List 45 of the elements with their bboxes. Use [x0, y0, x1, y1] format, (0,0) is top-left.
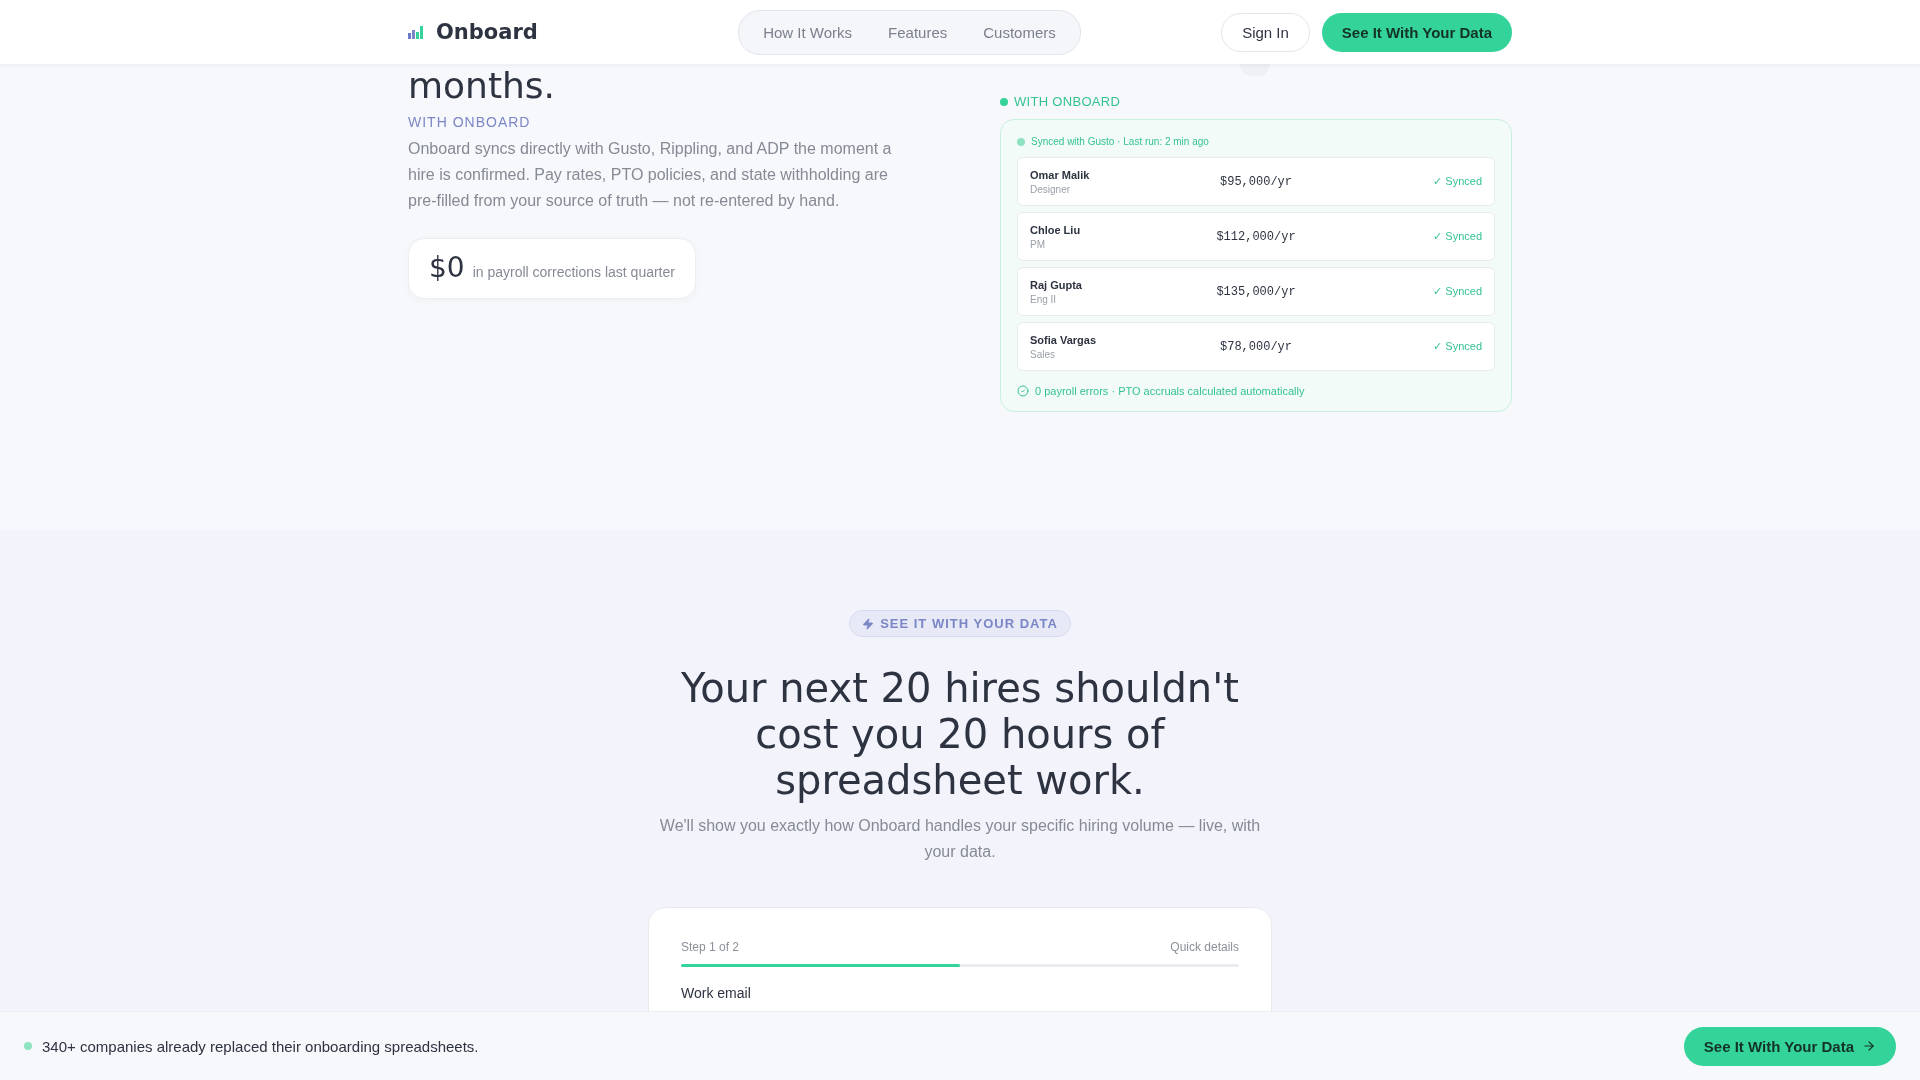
employee-role: Eng II [1030, 293, 1058, 305]
panel-label: WITH ONBOARD [1014, 94, 1121, 109]
eyebrow-label: WITH ONBOARD [408, 114, 532, 130]
stat-value: $0 [429, 251, 465, 284]
demo-subtitle: We'll show you exactly how Onboard handles your specific hiring volume — live, with your data. [658, 816, 1262, 862]
employee-name: Omar Malik [1030, 168, 1091, 181]
employee-role: PM [1030, 238, 1046, 250]
salary-text: $112,000/yr [1215, 229, 1297, 244]
sync-status-text: ✓ Synced [1432, 340, 1482, 353]
sync-status: Synced with Gusto · Last run: 2 min ago [1031, 136, 1209, 147]
bar-chart-logo-icon [408, 25, 424, 39]
badge-text: SEE IT WITH YOUR DATA [880, 616, 1058, 631]
employee-name: Sofia Vargas [1030, 333, 1098, 346]
sync-status-text: ✓ Synced [1432, 175, 1482, 188]
step-title: Quick details [1170, 940, 1239, 954]
description-text: Onboard syncs directly with Gusto, Rippling, and ADP the moment a hire is confirmed. Pay rates, PTO policies, and state withholding are pre-filled from your source of truth — not re-entered by hand. [408, 139, 893, 211]
cta-button[interactable]: See It With Your Data [1683, 1026, 1896, 1066]
salary-text: $78,000/yr [1219, 339, 1293, 354]
employee-name: Raj Gupta [1030, 278, 1083, 291]
employee-name: Chloe Liu [1030, 223, 1082, 236]
field-label: Work email [681, 985, 751, 1001]
status-dot-icon [24, 1042, 32, 1050]
stat-label: in payroll corrections last quarter [472, 264, 675, 280]
demo-heading: Your next 20 hires shouldn't cost you 20 hours of spreadsheet work. [680, 665, 1240, 803]
logo-text[interactable]: Onboard [436, 20, 538, 44]
sign-in-button[interactable]: Sign In [1221, 12, 1310, 52]
salary-text: $95,000/yr [1219, 174, 1293, 189]
employee-role: Designer [1030, 183, 1072, 195]
sync-status-text: ✓ Synced [1432, 230, 1482, 243]
status-dot-icon [1000, 97, 1008, 106]
lightning-icon [862, 617, 875, 630]
check-circle-icon [1017, 385, 1029, 397]
status-dot-icon [1017, 137, 1025, 146]
panel-footer-text: 0 payroll errors · PTO accruals calculated automatically [1035, 385, 1305, 397]
salary-text: $135,000/yr [1215, 284, 1297, 299]
social-proof-text: 340+ companies already replaced their onboarding spreadsheets. [42, 1037, 479, 1055]
nav-link[interactable]: How It Works [747, 14, 869, 50]
nav-link[interactable]: Customers [967, 14, 1072, 50]
section-heading: months. [408, 66, 557, 106]
nav-link[interactable]: Features [872, 14, 964, 50]
sync-status-text: ✓ Synced [1432, 285, 1482, 298]
arrow-right-icon [1862, 1039, 1876, 1053]
cta-button[interactable]: See It With Your Data [1321, 12, 1512, 52]
employee-role: Sales [1030, 348, 1056, 360]
step-text: Step 1 of 2 [681, 940, 740, 954]
